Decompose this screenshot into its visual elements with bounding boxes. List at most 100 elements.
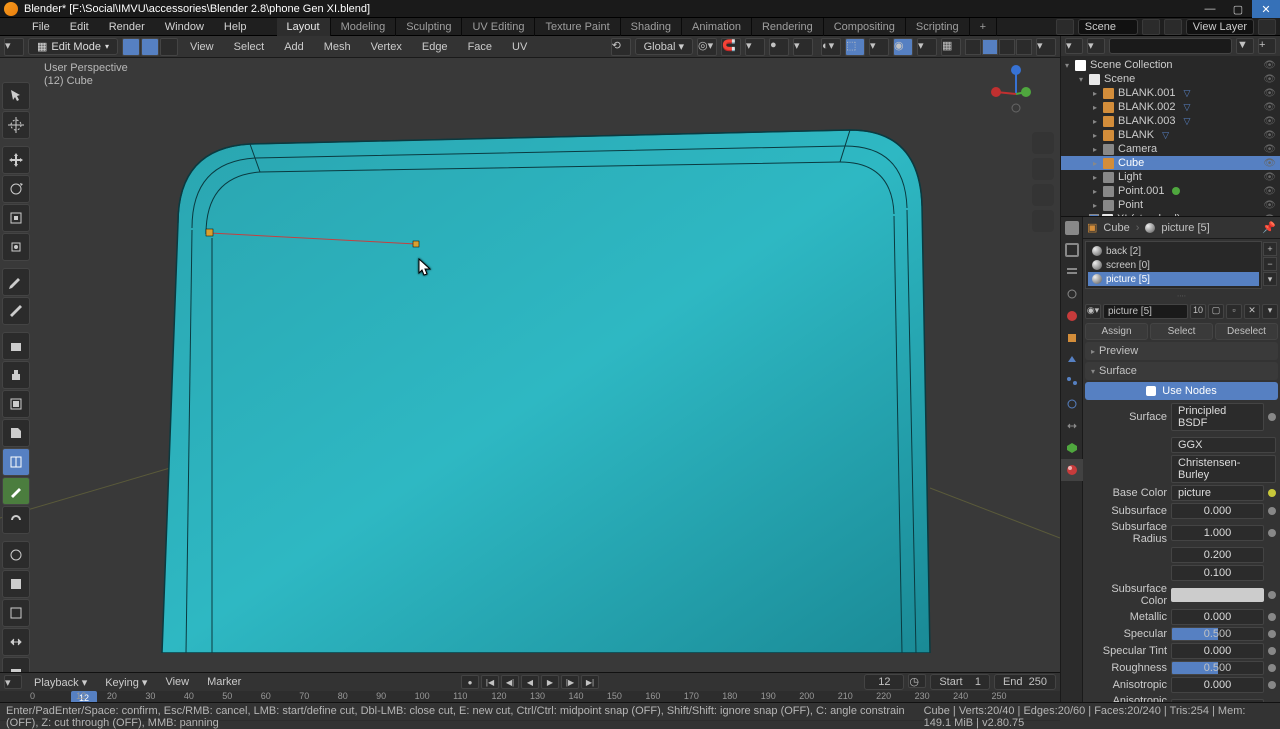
annotate-tool[interactable]: [2, 268, 30, 296]
use-nodes-button[interactable]: Use Nodes: [1085, 382, 1278, 400]
specular-socket-icon[interactable]: [1268, 630, 1276, 638]
vp-menu-edge[interactable]: Edge: [414, 41, 456, 53]
subcolor-swatch[interactable]: [1171, 588, 1264, 602]
current-frame-field[interactable]: 12: [864, 674, 904, 690]
viewlayer-browse-icon[interactable]: [1164, 19, 1182, 35]
subrad-3[interactable]: 0.100: [1171, 565, 1264, 581]
outliner-new-coll-icon[interactable]: +: [1258, 38, 1276, 54]
breadcrumb-obj[interactable]: Cube: [1103, 222, 1129, 234]
shrink-fatten-tool[interactable]: [2, 628, 30, 656]
maximize-button[interactable]: ▢: [1224, 0, 1252, 18]
move-tool[interactable]: [2, 146, 30, 174]
material-slot[interactable]: back [2]: [1088, 244, 1259, 258]
perspective-toggle-icon[interactable]: [1032, 210, 1054, 232]
outliner-row[interactable]: ▸Camera👁: [1061, 142, 1280, 156]
slot-menu-button[interactable]: ▾: [1263, 272, 1277, 286]
specular-value[interactable]: 0.500: [1171, 627, 1264, 641]
orientation-dropdown[interactable]: Global ▾: [635, 38, 693, 55]
menu-window[interactable]: Window: [155, 18, 214, 36]
vp-menu-select[interactable]: Select: [226, 41, 273, 53]
timeline-view[interactable]: View: [159, 676, 195, 688]
nav-gizmo[interactable]: [986, 64, 1046, 124]
subrad-1[interactable]: 1.000: [1171, 525, 1264, 541]
tab-modifier[interactable]: [1061, 349, 1083, 371]
pin-icon[interactable]: 📌: [1262, 221, 1276, 234]
smooth-tool[interactable]: [2, 570, 30, 598]
workspace-tab-sculpting[interactable]: Sculpting: [396, 18, 462, 36]
overlays-toggle[interactable]: ◉: [893, 38, 913, 56]
add-primitive-tool[interactable]: [2, 332, 30, 360]
surface-shader-field[interactable]: Principled BSDF: [1171, 403, 1264, 431]
vp-menu-uv[interactable]: UV: [504, 41, 535, 53]
select-button[interactable]: Select: [1150, 323, 1213, 340]
edge-slide-tool[interactable]: [2, 599, 30, 627]
snap-dropdown-icon[interactable]: ▾: [745, 38, 765, 56]
mat-new-button[interactable]: ▫: [1226, 304, 1242, 319]
outliner-filter-icon[interactable]: ▼: [1236, 38, 1254, 54]
aniso-socket-icon[interactable]: [1268, 681, 1276, 689]
mat-unlink-button[interactable]: ✕: [1244, 304, 1260, 319]
tab-world[interactable]: [1061, 305, 1083, 327]
surface-socket-icon[interactable]: [1268, 413, 1276, 421]
tab-particle[interactable]: [1061, 371, 1083, 393]
zoom-icon[interactable]: [1032, 132, 1054, 154]
spectint-value[interactable]: 0.000: [1171, 643, 1264, 659]
minimize-button[interactable]: —: [1196, 0, 1224, 18]
outliner-row[interactable]: ▾Scene Collection👁: [1061, 58, 1280, 72]
workspace-tab-animation[interactable]: Animation: [682, 18, 752, 36]
shading-wireframe[interactable]: [965, 39, 981, 55]
select-tool[interactable]: [2, 82, 30, 110]
subsurface-value[interactable]: 0.000: [1171, 503, 1264, 519]
basecolor-socket-icon[interactable]: [1268, 489, 1276, 497]
tab-object[interactable]: [1061, 327, 1083, 349]
workspace-tab-rendering[interactable]: Rendering: [752, 18, 824, 36]
tab-mesh-data[interactable]: [1061, 437, 1083, 459]
vp-menu-view[interactable]: View: [182, 41, 222, 53]
edge-select-button[interactable]: [141, 38, 159, 56]
tab-constraint[interactable]: [1061, 415, 1083, 437]
workspace-tab-layout[interactable]: Layout: [277, 18, 331, 36]
deselect-button[interactable]: Deselect: [1215, 323, 1278, 340]
breadcrumb-mat[interactable]: picture [5]: [1161, 222, 1209, 234]
face-select-button[interactable]: [160, 38, 178, 56]
workspace-tab-uv-editing[interactable]: UV Editing: [462, 18, 535, 36]
extrude-tool[interactable]: [2, 361, 30, 389]
roughness-value[interactable]: 0.500: [1171, 661, 1264, 675]
mesh-display-icon[interactable]: ◐▾: [821, 38, 841, 56]
proportional-dropdown-icon[interactable]: ▾: [793, 38, 813, 56]
slot-remove-button[interactable]: −: [1263, 257, 1277, 271]
overlays-dropdown-icon[interactable]: ▾: [917, 38, 937, 56]
tab-physics[interactable]: [1061, 393, 1083, 415]
vertex-select-button[interactable]: [122, 38, 140, 56]
polybuild-tool[interactable]: [2, 506, 30, 534]
outliner-row[interactable]: ▸BLANK.003▽👁: [1061, 114, 1280, 128]
metallic-value[interactable]: 0.000: [1171, 609, 1264, 625]
editor-type-selector[interactable]: ▾: [4, 38, 24, 56]
tab-viewlayer[interactable]: [1061, 261, 1083, 283]
mat-browse-icon[interactable]: ◉▾: [1085, 304, 1101, 319]
gizmo-toggle[interactable]: ⬚: [845, 38, 865, 56]
vp-menu-mesh[interactable]: Mesh: [316, 41, 359, 53]
rip-tool[interactable]: [2, 657, 30, 672]
material-slot[interactable]: picture [5]: [1088, 272, 1259, 286]
workspace-tab-modeling[interactable]: Modeling: [331, 18, 397, 36]
xray-toggle[interactable]: ▦: [941, 38, 961, 56]
mat-nodes-button[interactable]: ▾: [1262, 304, 1278, 319]
outliner-row[interactable]: ▸Point.001👁: [1061, 184, 1280, 198]
next-key-button[interactable]: |▶: [561, 675, 579, 689]
mat-fake-button[interactable]: ▢: [1208, 304, 1224, 319]
tab-scene[interactable]: [1061, 283, 1083, 305]
snap-toggle[interactable]: 🧲: [721, 38, 741, 56]
roughness-socket-icon[interactable]: [1268, 664, 1276, 672]
outliner-row[interactable]: ▸BLANK.001▽👁: [1061, 86, 1280, 100]
jump-end-button[interactable]: ▶|: [581, 675, 599, 689]
play-reverse-button[interactable]: ◀: [521, 675, 539, 689]
outliner-type-icon[interactable]: ▾: [1065, 38, 1083, 54]
outliner-row[interactable]: ▸BLANK▽👁: [1061, 128, 1280, 142]
viewlayer-new-icon[interactable]: [1258, 19, 1276, 35]
mat-users-button[interactable]: 10: [1190, 304, 1206, 319]
rotate-tool[interactable]: [2, 175, 30, 203]
preview-range-icon[interactable]: ◷: [908, 674, 926, 688]
subcolor-socket-icon[interactable]: [1268, 591, 1276, 599]
mat-name-field[interactable]: picture [5]: [1103, 304, 1188, 319]
